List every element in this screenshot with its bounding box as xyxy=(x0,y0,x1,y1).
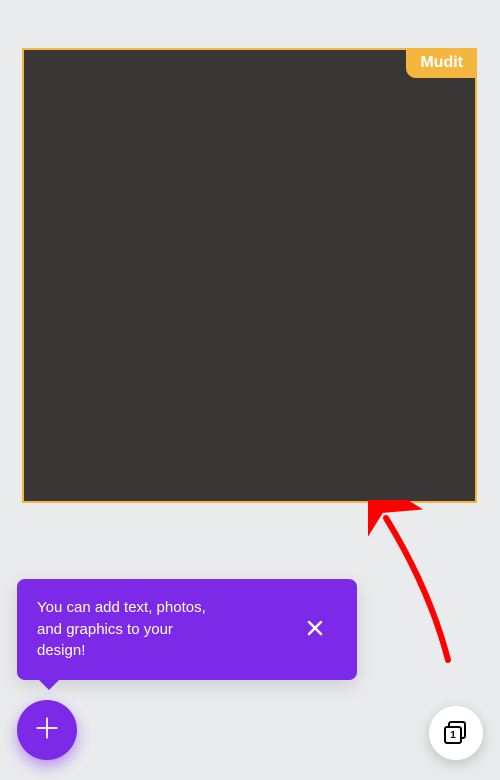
pages-icon: 1 xyxy=(444,721,468,745)
close-icon[interactable] xyxy=(293,612,337,647)
pages-button[interactable]: 1 xyxy=(429,706,483,760)
plus-icon xyxy=(34,715,60,746)
user-badge: Mudit xyxy=(406,50,475,78)
add-button[interactable] xyxy=(17,700,77,760)
design-canvas[interactable]: Mudit xyxy=(22,48,477,503)
annotation-arrow-icon xyxy=(368,500,468,670)
onboarding-tooltip: You can add text, photos, and graphics t… xyxy=(17,579,357,680)
tooltip-text: You can add text, photos, and graphics t… xyxy=(37,597,207,662)
page-count: 1 xyxy=(444,726,462,744)
